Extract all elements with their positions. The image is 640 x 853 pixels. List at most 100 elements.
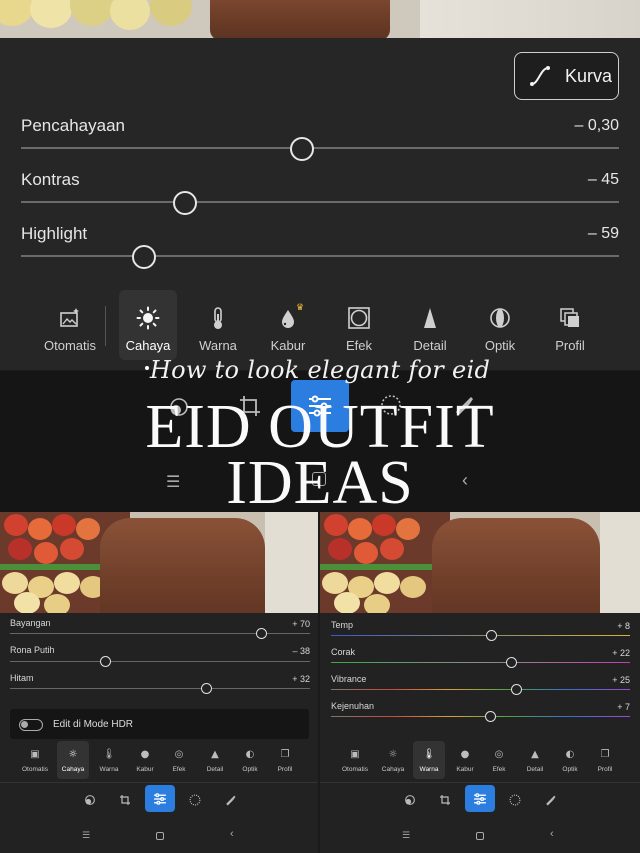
crop-icon[interactable] bbox=[119, 793, 131, 811]
vignette-icon bbox=[347, 306, 371, 330]
slider-value-whites: – 38 bbox=[292, 646, 310, 656]
mini-tool-detail[interactable]: ▲ Detail bbox=[519, 749, 551, 773]
mini-tool-cahaya[interactable]: ☼ Cahaya bbox=[57, 741, 89, 779]
crop-icon[interactable] bbox=[439, 793, 451, 811]
tool-blur[interactable]: ♛ Kabur bbox=[258, 302, 318, 353]
slider-track-contrast[interactable] bbox=[21, 201, 619, 203]
mini-tool-kabur[interactable]: ● Kabur bbox=[129, 749, 161, 773]
mini-tool-warna[interactable]: 🌡 Warna bbox=[93, 749, 125, 773]
tool-color[interactable]: Warna bbox=[188, 306, 248, 353]
slider-track-exposure[interactable] bbox=[21, 147, 619, 149]
menu-icon[interactable]: ☰ bbox=[82, 830, 90, 841]
adjust-button[interactable] bbox=[145, 785, 175, 812]
edit-panel-right bbox=[320, 613, 640, 853]
hdr-toggle[interactable] bbox=[19, 719, 43, 731]
curve-icon bbox=[530, 66, 550, 86]
mini-tool-kabur[interactable]: ● Kabur bbox=[449, 749, 481, 773]
auto-enhance-icon: ▣ bbox=[30, 749, 40, 760]
tool-detail[interactable]: Detail bbox=[400, 306, 460, 353]
slider-track-blacks[interactable] bbox=[10, 688, 310, 689]
mini-tool-profil[interactable]: ❐ Profil bbox=[269, 749, 301, 773]
slider-knob-temp[interactable] bbox=[485, 630, 497, 641]
thermometer-icon: 🌡 bbox=[102, 749, 116, 760]
mini-tool-efek[interactable]: ◎ Efek bbox=[163, 749, 195, 773]
tool-auto[interactable]: Otomatis bbox=[40, 306, 100, 353]
slider-track-highlight[interactable] bbox=[21, 255, 619, 257]
auto-enhance-icon: ▣ bbox=[350, 749, 360, 760]
tool-label: Detail bbox=[206, 766, 224, 773]
mini-tool-cahaya[interactable]: ☼ Cahaya bbox=[377, 749, 409, 773]
vignette-icon: ◎ bbox=[174, 749, 184, 760]
back-icon[interactable]: ‹ bbox=[230, 828, 234, 840]
slider-value-vibrance: + 25 bbox=[612, 675, 630, 685]
slider-label-shadows: Bayangan bbox=[10, 618, 51, 628]
sliders-icon bbox=[154, 792, 166, 805]
triangle-icon: ▲ bbox=[211, 749, 219, 760]
slider-knob-vibrance[interactable] bbox=[510, 684, 522, 695]
mini-tool-otomatis[interactable]: ▣ Otomatis bbox=[19, 749, 51, 773]
heal-icon[interactable] bbox=[84, 793, 96, 811]
curve-button[interactable]: Kurva bbox=[514, 52, 619, 100]
slider-label-contrast: Kontras bbox=[21, 170, 80, 189]
mini-tool-optik[interactable]: ◐ Optik bbox=[554, 749, 586, 773]
slider-track-tint[interactable] bbox=[331, 662, 630, 663]
tool-label: Kabur bbox=[270, 338, 306, 353]
tool-label: Cahaya bbox=[61, 766, 85, 773]
slider-value-shadows: + 70 bbox=[292, 619, 310, 629]
slider-knob-saturation[interactable] bbox=[484, 711, 496, 722]
divider bbox=[0, 782, 318, 783]
slider-value-blacks: + 32 bbox=[292, 674, 310, 684]
tool-profile[interactable]: Profil bbox=[540, 306, 600, 353]
mini-tool-optik[interactable]: ◐ Optik bbox=[234, 749, 266, 773]
slider-track-vibrance[interactable] bbox=[331, 689, 630, 690]
slider-track-saturation[interactable] bbox=[331, 716, 630, 717]
mini-tool-efek[interactable]: ◎ Efek bbox=[483, 749, 515, 773]
tool-label: Optik bbox=[562, 766, 578, 773]
stacked-squares-icon bbox=[558, 306, 582, 330]
adjust-button[interactable] bbox=[465, 785, 495, 812]
tool-label: Warna bbox=[419, 766, 439, 773]
slider-label-saturation: Kejenuhan bbox=[331, 701, 375, 711]
slider-knob-blacks[interactable] bbox=[200, 683, 212, 694]
back-icon[interactable]: ‹ bbox=[550, 828, 554, 840]
slider-knob-exposure[interactable] bbox=[290, 137, 315, 161]
slider-label-highlight: Highlight bbox=[21, 224, 88, 243]
brush-icon[interactable] bbox=[224, 793, 236, 811]
mask-icon[interactable] bbox=[509, 793, 521, 811]
triangle-icon bbox=[418, 306, 442, 330]
menu-icon[interactable]: ☰ bbox=[402, 830, 410, 841]
tool-light[interactable]: Cahaya bbox=[119, 290, 177, 360]
thermometer-icon: 🌡 bbox=[422, 749, 436, 760]
triangle-icon: ▲ bbox=[531, 749, 539, 760]
slider-track-whites[interactable] bbox=[10, 661, 310, 662]
tool-label: Optik bbox=[484, 338, 516, 353]
slider-value-saturation: + 7 bbox=[617, 702, 630, 712]
mask-icon[interactable] bbox=[189, 793, 201, 811]
slider-value-tint: + 22 bbox=[612, 648, 630, 658]
heal-icon[interactable] bbox=[404, 793, 416, 811]
tool-effects[interactable]: Efek bbox=[329, 306, 389, 353]
slider-knob-shadows[interactable] bbox=[255, 628, 267, 639]
mini-tool-warna[interactable]: 🌡 Warna bbox=[413, 741, 445, 779]
stacked-squares-icon: ❐ bbox=[280, 749, 290, 760]
brush-icon[interactable] bbox=[544, 793, 556, 811]
slider-knob-highlight[interactable] bbox=[131, 245, 156, 269]
thermometer-icon bbox=[206, 306, 230, 330]
crown-icon: ♛ bbox=[296, 302, 305, 312]
sun-icon: ☼ bbox=[68, 749, 78, 760]
home-icon[interactable] bbox=[156, 832, 164, 840]
mini-tool-detail[interactable]: ▲ Detail bbox=[199, 749, 231, 773]
mini-tool-otomatis[interactable]: ▣ Otomatis bbox=[339, 749, 371, 773]
photo-preview-left bbox=[0, 512, 318, 613]
slider-track-temp[interactable] bbox=[331, 635, 630, 636]
tool-label: Optik bbox=[242, 766, 258, 773]
tool-optics[interactable]: Optik bbox=[470, 306, 530, 353]
tool-label: Kabur bbox=[136, 766, 154, 773]
lens-icon bbox=[488, 306, 512, 330]
tool-label: Cahaya bbox=[125, 338, 171, 353]
mini-tool-profil[interactable]: ❐ Profil bbox=[589, 749, 621, 773]
slider-knob-tint[interactable] bbox=[505, 657, 517, 668]
slider-knob-whites[interactable] bbox=[99, 656, 111, 667]
tool-label: Efek bbox=[345, 338, 372, 353]
home-icon[interactable] bbox=[476, 832, 484, 840]
